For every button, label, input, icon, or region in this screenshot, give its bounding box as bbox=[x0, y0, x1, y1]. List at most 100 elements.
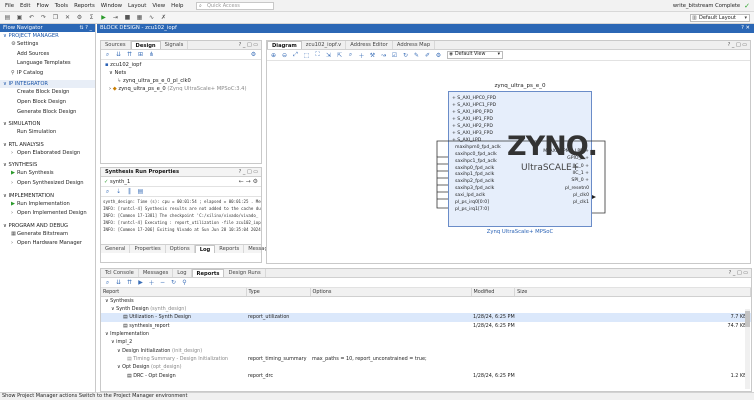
select-area-icon[interactable]: ⛶ bbox=[313, 51, 322, 59]
filter-icon[interactable]: ⋔ bbox=[147, 51, 156, 59]
run-icon[interactable]: ▶ bbox=[99, 14, 108, 22]
save-icon[interactable]: ▣ bbox=[15, 14, 24, 22]
tab-address-map[interactable]: Address Map bbox=[393, 41, 436, 49]
ip-port-left[interactable]: + S_AXI_LPD bbox=[452, 138, 481, 144]
ip-port-right[interactable]: SPI_0 + bbox=[571, 178, 589, 184]
nav-add-sources[interactable]: Add Sources bbox=[0, 50, 95, 60]
link-icon[interactable]: ⚲ bbox=[180, 279, 189, 287]
collapse-all-icon[interactable]: ⇊ bbox=[114, 279, 123, 287]
ip-port-left[interactable]: saxihp1_fpd_aclk bbox=[455, 172, 494, 178]
ip-port-left[interactable]: saxihp3_fpd_aclk bbox=[455, 186, 494, 192]
undo-icon[interactable]: ↶ bbox=[27, 14, 36, 22]
nav-run-implementation[interactable]: ▶ Run Implementation bbox=[0, 200, 95, 210]
search-icon[interactable]: ⌕ bbox=[346, 51, 355, 59]
tree-nets[interactable]: ∨ Nets bbox=[105, 69, 261, 77]
tab-reports[interactable]: Reports bbox=[215, 245, 245, 253]
nav-run-synthesis[interactable]: ▶ Run Synthesis bbox=[0, 169, 95, 179]
tab-sources[interactable]: Sources bbox=[101, 41, 131, 49]
run-block-automation-icon[interactable]: ↝ bbox=[379, 51, 388, 59]
col-modified[interactable]: Modified bbox=[471, 288, 516, 297]
table-row[interactable]: ∨ Opt Design (opt_design) bbox=[101, 363, 751, 371]
search-icon[interactable]: ⌕ bbox=[103, 51, 112, 59]
zoom-fit-icon[interactable]: ⤢ bbox=[291, 51, 300, 59]
gear-icon[interactable]: ⚙ bbox=[434, 51, 443, 59]
nav-create-block-design[interactable]: Create Block Design bbox=[0, 88, 95, 98]
nav-open-implemented-design[interactable]: › Open Implemented Design bbox=[0, 209, 95, 219]
menu-reports[interactable]: Reports bbox=[74, 3, 95, 9]
scroll-lock-icon[interactable]: ⇣ bbox=[114, 188, 123, 196]
expand-all-icon[interactable]: ⇈ bbox=[125, 279, 134, 287]
table-row[interactable]: ∨ Synth Design (synth_design) bbox=[101, 305, 751, 313]
menu-tools[interactable]: Tools bbox=[55, 3, 68, 9]
pin-icon[interactable]: ✎ bbox=[412, 51, 421, 59]
tree-ip-item[interactable]: › ◆ zynq_ultra_ps_e_0 (Zynq UltraScale+ … bbox=[105, 85, 261, 93]
wrench-icon[interactable]: ⚒ bbox=[368, 51, 377, 59]
table-row[interactable]: ∨ Implementation bbox=[101, 330, 751, 338]
table-row[interactable]: ▤ synthesis_report 1/28/24, 6:25 PM 74.7… bbox=[101, 322, 751, 330]
nav-ip-catalog[interactable]: ⚲ IP Catalog bbox=[0, 69, 95, 79]
open-report-icon[interactable]: ▶ bbox=[136, 279, 145, 287]
ip-port-left[interactable]: saxihp2_fpd_aclk bbox=[455, 179, 494, 185]
menu-view[interactable]: View bbox=[152, 3, 165, 9]
tab-log[interactable]: Log bbox=[173, 269, 192, 277]
add-icon[interactable]: ＋ bbox=[147, 279, 156, 287]
nav-generate-block-design[interactable]: Generate Block Design bbox=[0, 108, 95, 118]
ip-port-left[interactable]: + S_AXI_HP1_FPD bbox=[452, 117, 493, 123]
chip-icon[interactable]: ▦ bbox=[135, 14, 144, 22]
nav-open-block-design[interactable]: Open Block Design bbox=[0, 98, 95, 108]
scrollbar-thumb[interactable] bbox=[745, 311, 750, 327]
search-icon[interactable]: ⌕ bbox=[103, 279, 112, 287]
ip-port-left[interactable]: + S_AXI_HP3_FPD bbox=[452, 131, 493, 137]
window-controls-icon[interactable]: ? ✕ bbox=[741, 24, 750, 33]
hierarchy-icon[interactable]: ⊞ bbox=[136, 51, 145, 59]
pause-icon[interactable]: ‖ bbox=[125, 188, 134, 196]
tab-diagram[interactable]: Diagram bbox=[267, 41, 302, 49]
ip-port-left[interactable]: + S_AXI_HPC1_FPD bbox=[452, 103, 496, 109]
ip-port-left[interactable]: saxihp0_fpd_aclk bbox=[455, 166, 494, 172]
section-implementation[interactable]: ∨ IMPLEMENTATION bbox=[0, 192, 95, 200]
panel-controls-icon[interactable]: ? _ □ ▭ bbox=[239, 42, 258, 48]
panel-controls-icon[interactable]: ⇅ ? _ bbox=[79, 24, 92, 32]
cross-icon[interactable]: ✗ bbox=[159, 14, 168, 22]
section-ip-integrator[interactable]: ∨ IP INTEGRATOR bbox=[0, 80, 95, 89]
ip-port-left[interactable]: saxihpc1_fpd_aclk bbox=[455, 159, 497, 165]
ip-port-right[interactable]: pl_clk1 bbox=[573, 200, 589, 206]
tab-address-editor[interactable]: Address Editor bbox=[346, 41, 393, 49]
menu-window[interactable]: Window bbox=[101, 3, 122, 9]
expand-all-icon[interactable]: ⇈ bbox=[125, 51, 134, 59]
quick-access-input[interactable]: ⌕ Quick Access bbox=[196, 2, 274, 10]
ip-port-left[interactable]: saxi_lpd_aclk bbox=[455, 193, 485, 199]
tab-options[interactable]: Options bbox=[166, 245, 195, 253]
nav-settings[interactable]: ⚙Settings bbox=[0, 40, 95, 50]
col-type[interactable]: Type bbox=[246, 288, 311, 297]
tab-messages[interactable]: Messages bbox=[139, 269, 174, 277]
table-row[interactable]: ∨ Design Initialization (init_design) bbox=[101, 346, 751, 354]
ip-port-left[interactable]: pl_ps_irq0[0:0] bbox=[455, 200, 489, 206]
delete-icon[interactable]: ✕ bbox=[63, 14, 72, 22]
ip-port-left[interactable]: + S_AXI_HP0_FPD bbox=[452, 110, 493, 116]
collapse-all-icon[interactable]: ⇊ bbox=[114, 51, 123, 59]
new-icon[interactable]: ▤ bbox=[3, 14, 12, 22]
tab-verilog[interactable]: zcu102_iopf.v bbox=[302, 41, 347, 49]
tab-log[interactable]: Log bbox=[194, 245, 216, 253]
redo-icon[interactable]: ↷ bbox=[39, 14, 48, 22]
col-report[interactable]: Report bbox=[101, 288, 247, 297]
tab-general[interactable]: General bbox=[101, 245, 131, 253]
section-rtl-analysis[interactable]: ∨ RTL ANALYSIS bbox=[0, 141, 95, 149]
ip-port-right[interactable]: pl_resetn0 bbox=[565, 186, 589, 192]
section-simulation[interactable]: ∨ SIMULATION bbox=[0, 120, 95, 128]
tree-root[interactable]: ▪ zcu102_iopf bbox=[105, 61, 261, 69]
ip-port-left[interactable]: + S_AXI_HPC0_FPD bbox=[452, 96, 496, 102]
diagram-canvas[interactable]: zynq_ultra_ps_e_0 + S_AXI_HPC0_FPD + S_AX… bbox=[267, 61, 750, 263]
zoom-area-icon[interactable]: ⬚ bbox=[302, 51, 311, 59]
regenerate-icon[interactable]: ↻ bbox=[401, 51, 410, 59]
remove-icon[interactable]: − bbox=[158, 279, 167, 287]
clear-icon[interactable]: ▤ bbox=[136, 188, 145, 196]
table-row[interactable]: ∨ Synthesis bbox=[101, 297, 751, 306]
refresh-icon[interactable]: ↻ bbox=[169, 279, 178, 287]
zoom-in-icon[interactable]: ⊕ bbox=[269, 51, 278, 59]
view-selector-dropdown[interactable]: ◉ Default View ▾ bbox=[447, 51, 503, 59]
table-row[interactable]: ∨ impl_2 bbox=[101, 338, 751, 346]
nav-open-hardware-manager[interactable]: › Open Hardware Manager bbox=[0, 239, 95, 249]
wave-icon[interactable]: ∿ bbox=[147, 14, 156, 22]
